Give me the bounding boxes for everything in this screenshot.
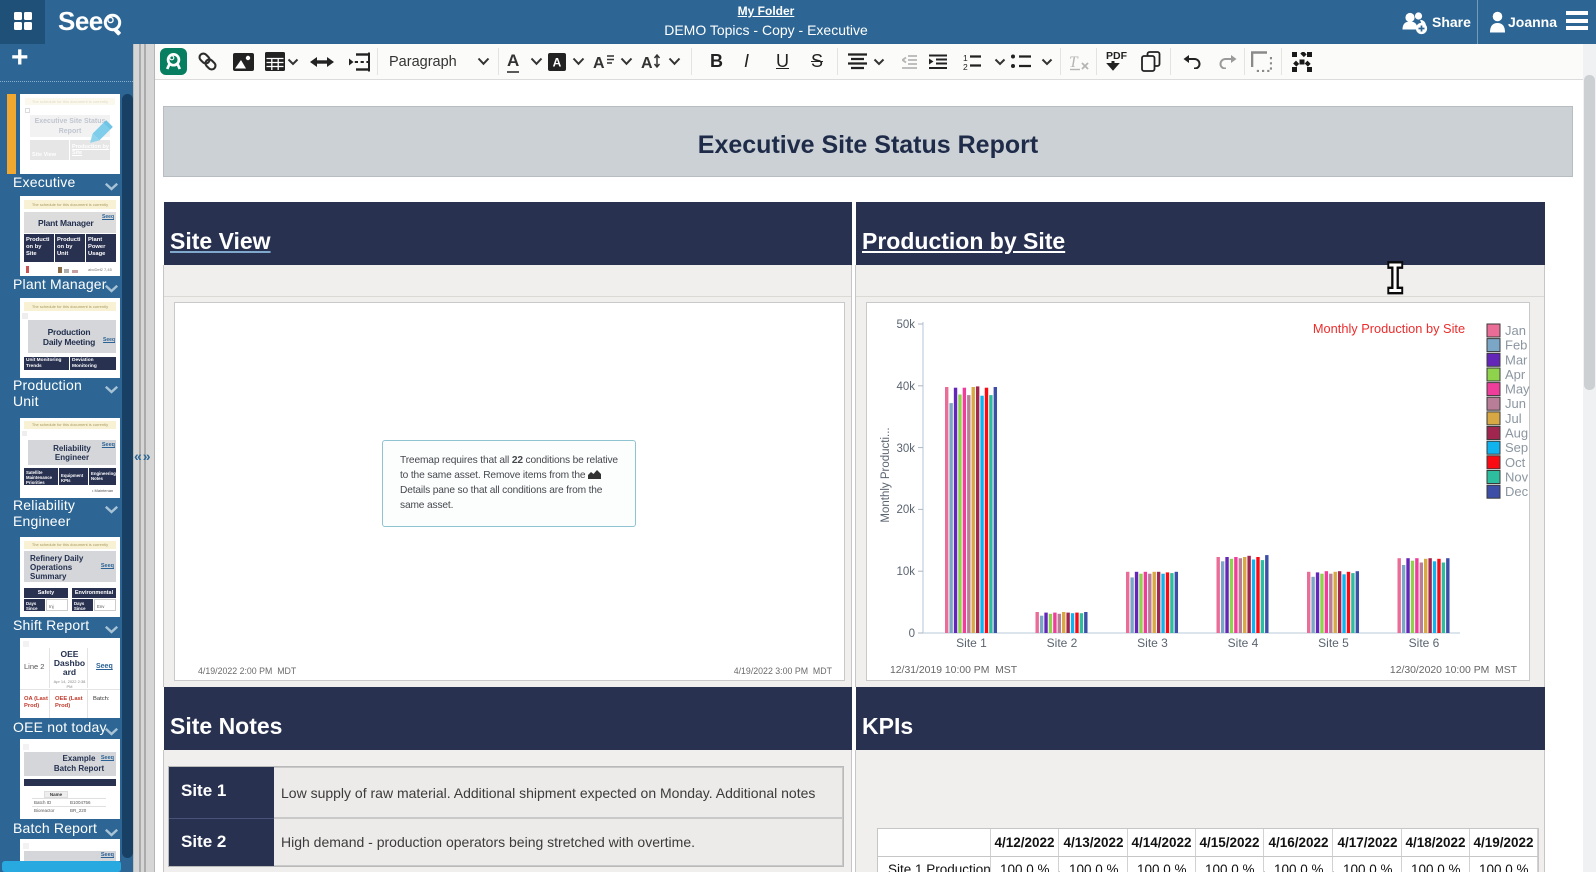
svg-text:May: May [1505,382,1530,397]
svg-text:Dec: Dec [1505,484,1529,499]
svg-text:12/30/2020 10:00 PM MST: 12/30/2020 10:00 PM MST [1390,665,1518,676]
svg-text:Monthly Production by Site: Monthly Production by Site [1313,321,1465,336]
svg-text:Site 6: Site 6 [1409,636,1440,650]
svg-text:Jan: Jan [1505,323,1526,338]
svg-text:Feb: Feb [1505,338,1527,353]
svg-text:A: A [641,55,653,70]
svg-text:10k: 10k [896,566,915,578]
svg-text:Site 1: Site 1 [956,636,987,650]
svg-text:Site 4: Site 4 [1228,636,1259,650]
svg-text:Site 3: Site 3 [1137,636,1168,650]
svg-text:2: 2 [963,62,968,70]
svg-text:40k: 40k [896,381,915,393]
svg-text:T: T [1069,54,1079,71]
svg-text:Apr: Apr [1505,367,1526,382]
svg-text:A: A [553,55,562,69]
svg-text:PDF: PDF [1106,50,1128,62]
svg-text:Jun: Jun [1505,396,1526,411]
svg-text:Site 5: Site 5 [1318,636,1349,650]
svg-text:30k: 30k [896,443,915,455]
svg-text:Sep: Sep [1505,440,1528,455]
svg-text:See: See [58,7,103,36]
svg-text:Jul: Jul [1505,411,1522,426]
svg-text:50k: 50k [896,319,915,331]
svg-text:0: 0 [909,628,915,640]
svg-text:Nov: Nov [1505,470,1529,485]
svg-text:Mar: Mar [1505,352,1528,367]
svg-text:A: A [593,55,605,70]
svg-text:Site 2: Site 2 [1047,636,1078,650]
svg-text:12/31/2019 10:00 PM MST: 12/31/2019 10:00 PM MST [890,665,1018,676]
svg-text:Aug: Aug [1505,426,1528,441]
svg-text:Monthly Producti...: Monthly Producti... [880,427,892,522]
svg-text:Oct: Oct [1505,455,1526,470]
svg-text:20k: 20k [896,504,915,516]
